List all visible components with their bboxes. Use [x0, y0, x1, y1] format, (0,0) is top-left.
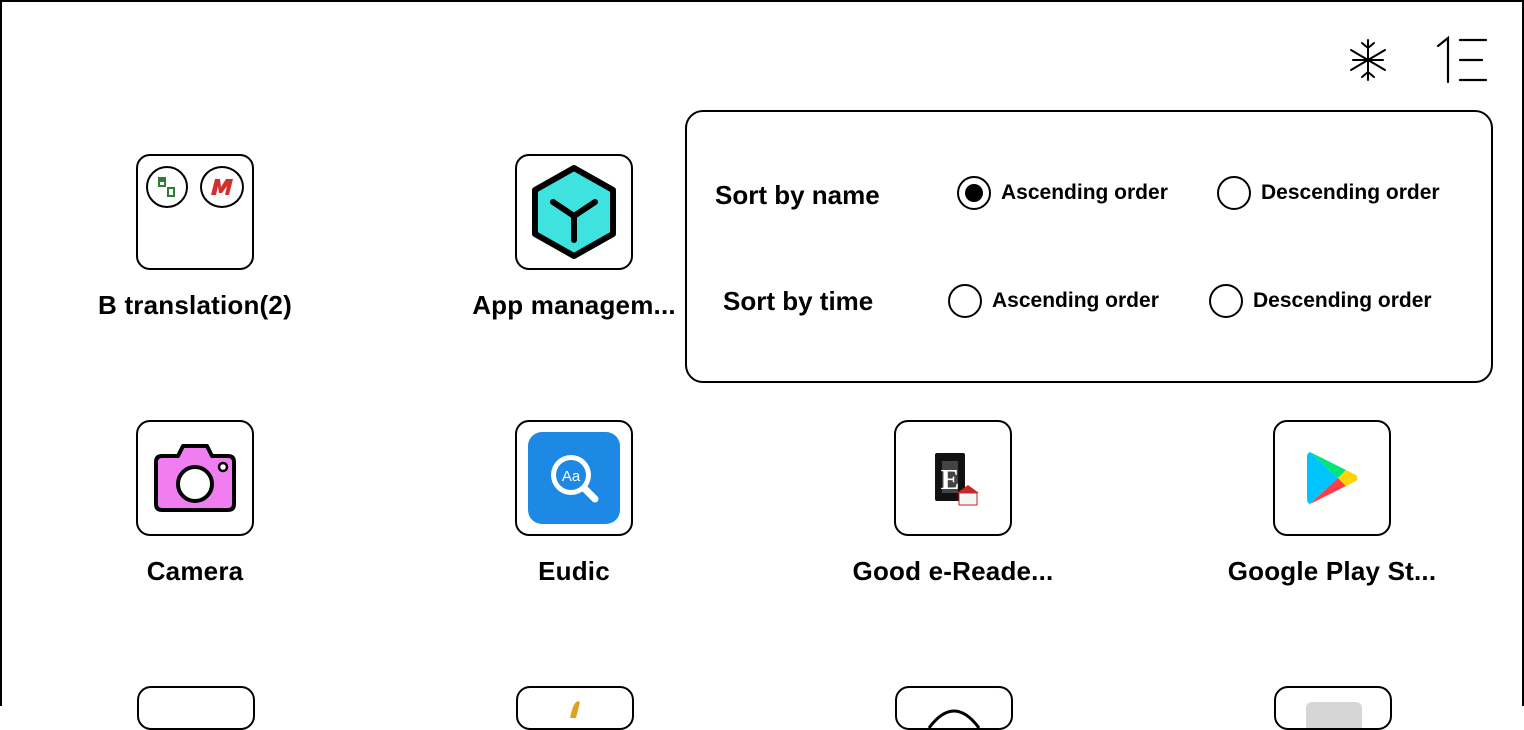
- app-tile[interactable]: B translation(2): [45, 154, 345, 321]
- option-label: Ascending order: [992, 289, 1159, 312]
- option-label: Ascending order: [1001, 181, 1168, 204]
- app-tile-partial[interactable]: [1274, 686, 1392, 730]
- eudic-icon: Aa: [515, 420, 633, 536]
- app-label: Eudic: [538, 556, 610, 586]
- sort-time-ascending-option[interactable]: Ascending order: [948, 284, 1159, 318]
- radio-button[interactable]: [948, 284, 982, 318]
- option-label: Descending order: [1253, 289, 1432, 312]
- sort-time-descending-option[interactable]: Descending order: [1209, 284, 1432, 318]
- app-tile[interactable]: Google Play St...: [1182, 420, 1482, 587]
- radio-button[interactable]: [1217, 176, 1251, 210]
- app-label: Good e-Reade...: [852, 556, 1054, 586]
- camera-icon: [136, 420, 254, 536]
- svg-text:E: E: [941, 465, 960, 496]
- app-tile[interactable]: App managem...: [424, 154, 724, 321]
- folder-icon: [136, 154, 254, 270]
- app-management-icon: [515, 154, 633, 270]
- google-play-icon: [1273, 420, 1391, 536]
- app-tile-partial[interactable]: [137, 686, 255, 730]
- app-tile[interactable]: Camera: [45, 420, 345, 587]
- app-label: Camera: [146, 556, 244, 586]
- app-tile-partial[interactable]: [516, 686, 634, 730]
- sort-icon[interactable]: [1432, 35, 1488, 84]
- sort-by-name-title: Sort by name: [715, 180, 880, 210]
- sort-by-time-title: Sort by time: [723, 286, 874, 316]
- app-label: B translation(2): [98, 290, 292, 320]
- sort-name-ascending-option[interactable]: Ascending order: [957, 176, 1168, 210]
- good-ereader-icon: E: [894, 420, 1012, 536]
- option-label: Descending order: [1261, 181, 1440, 204]
- sort-name-descending-option[interactable]: Descending order: [1217, 176, 1440, 210]
- radio-button-checked[interactable]: [957, 176, 991, 210]
- sort-popup: Sort by name Ascending order Descending …: [685, 110, 1493, 383]
- app-tile[interactable]: Aa Eudic: [424, 420, 724, 587]
- snowflake-icon[interactable]: [1348, 38, 1388, 82]
- svg-text:Aa: Aa: [562, 468, 581, 485]
- app-label: Google Play St...: [1227, 556, 1437, 586]
- app-tile[interactable]: E Good e-Reade...: [803, 420, 1103, 587]
- app-label: App managem...: [472, 290, 676, 320]
- radio-button[interactable]: [1209, 284, 1243, 318]
- app-tile-partial[interactable]: [895, 686, 1013, 730]
